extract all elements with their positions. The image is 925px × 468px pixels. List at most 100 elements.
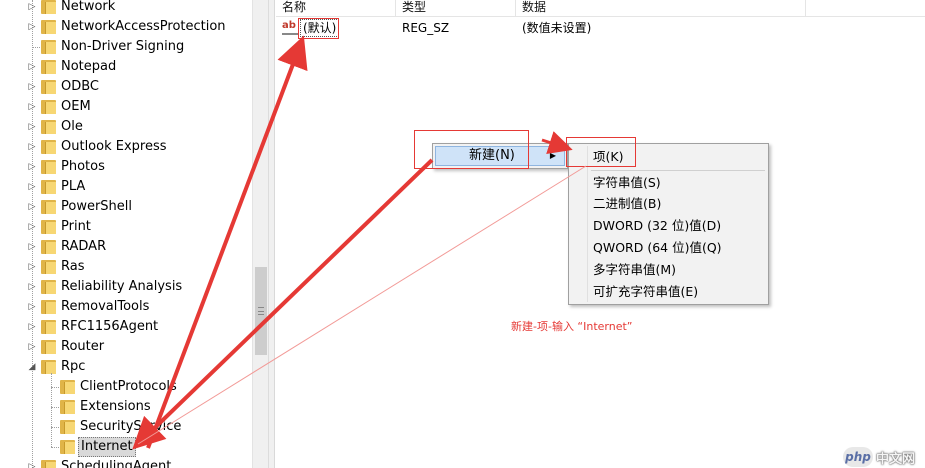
tree-item[interactable]: ◢ Rpc xyxy=(0,357,252,377)
tree-connector xyxy=(51,447,59,448)
expand-arrow-icon[interactable]: ▷ xyxy=(27,177,37,197)
scrollbar-thumb[interactable] xyxy=(255,267,267,355)
tree-item[interactable]: Extensions xyxy=(0,397,252,417)
tree-item[interactable]: ▷ Ole xyxy=(0,117,252,137)
folder-icon xyxy=(41,240,56,254)
menu-item-binary-value[interactable]: 二进制值(B) xyxy=(593,194,661,214)
expand-arrow-icon[interactable]: ▷ xyxy=(27,277,37,297)
menu-item-dword-value[interactable]: DWORD (32 位)值(D) xyxy=(593,216,721,236)
tree-item[interactable]: ▷ Router xyxy=(0,337,252,357)
tree-item[interactable]: ▷ Photos xyxy=(0,157,252,177)
menu-item-string-value[interactable]: 字符串值(S) xyxy=(593,173,661,193)
menu-item-multi-string-value[interactable]: 多字符串值(M) xyxy=(593,260,676,280)
menu-item-qword-value[interactable]: QWORD (64 位)值(Q) xyxy=(593,238,722,258)
pane-splitter[interactable] xyxy=(269,0,275,468)
expand-arrow-icon[interactable]: ▷ xyxy=(27,157,37,177)
tree-item-label: PowerShell xyxy=(61,199,133,214)
scrollbar-grip-icon xyxy=(258,307,264,315)
expand-arrow-icon[interactable]: ▷ xyxy=(27,17,37,37)
folder-icon xyxy=(41,60,56,74)
folder-icon xyxy=(41,280,56,294)
tree-item-label: Internet xyxy=(78,437,136,457)
column-header-type[interactable]: 类型 xyxy=(396,0,516,17)
tree-connector-vertical xyxy=(51,373,52,447)
tree-item-label: RADAR xyxy=(61,239,107,254)
tree-item-label: RFC1156Agent xyxy=(61,319,159,334)
folder-icon xyxy=(60,440,75,454)
folder-icon xyxy=(41,220,56,234)
tree-item[interactable]: ▷ ODBC xyxy=(0,77,252,97)
tree-item-label: Print xyxy=(61,219,91,234)
expand-arrow-icon[interactable]: ▷ xyxy=(27,197,37,217)
menu-item-expandable-string-value[interactable]: 可扩充字符串值(E) xyxy=(593,282,698,302)
tree-item-label: Ras xyxy=(61,259,85,274)
expand-arrow-icon[interactable]: ▷ xyxy=(27,457,37,468)
tree-item[interactable]: Internet xyxy=(0,437,252,457)
tree-item[interactable]: ▷ Print xyxy=(0,217,252,237)
expand-arrow-icon[interactable]: ▷ xyxy=(27,97,37,117)
highlight-box-default-value xyxy=(298,18,339,39)
tree-item-label: NetworkAccessProtection xyxy=(61,19,226,34)
expand-arrow-icon[interactable]: ▷ xyxy=(27,137,37,157)
tree-item-label: Network xyxy=(61,0,116,14)
collapse-arrow-icon[interactable]: ◢ xyxy=(27,357,37,377)
watermark-text: 中文网 xyxy=(876,451,916,467)
tree-item[interactable]: ▷ Network xyxy=(0,0,252,17)
tree-item[interactable]: ▷ RemovalTools xyxy=(0,297,252,317)
tree-item[interactable]: SecurityService xyxy=(0,417,252,437)
folder-icon xyxy=(60,400,75,414)
tree-item-label: Router xyxy=(61,339,105,354)
tree-item[interactable]: ▷ Notepad xyxy=(0,57,252,77)
tree-item-label: Extensions xyxy=(80,399,151,414)
expand-arrow-icon[interactable]: ▷ xyxy=(27,117,37,137)
tree-item[interactable]: ▷ Reliability Analysis xyxy=(0,277,252,297)
folder-icon xyxy=(41,340,56,354)
expand-arrow-icon[interactable]: ▷ xyxy=(27,237,37,257)
expand-arrow-icon[interactable]: ▷ xyxy=(27,317,37,337)
tree-item-label: PLA xyxy=(61,179,86,194)
tree-item-label: Photos xyxy=(61,159,105,174)
tree-item-label: RemovalTools xyxy=(61,299,150,314)
tree-item-label: Rpc xyxy=(61,359,86,374)
expand-arrow-icon[interactable]: ▷ xyxy=(27,77,37,97)
tree-item-label: Reliability Analysis xyxy=(61,279,183,294)
expand-arrow-icon[interactable]: ▷ xyxy=(27,57,37,77)
menu-separator xyxy=(591,170,765,171)
annotation-text: 新建-项-输入 “Internet” xyxy=(511,320,633,333)
tree-item[interactable]: ▷ PLA xyxy=(0,177,252,197)
watermark: php 中文网 xyxy=(843,447,915,467)
folder-icon xyxy=(41,180,56,194)
tree-item[interactable]: ▷ Ras xyxy=(0,257,252,277)
tree-item[interactable]: Non-Driver Signing xyxy=(0,37,252,57)
folder-icon xyxy=(41,200,56,214)
tree-item[interactable]: ▷ RFC1156Agent xyxy=(0,317,252,337)
new-submenu: 项(K) 字符串值(S) 二进制值(B) DWORD (32 位)值(D) QW… xyxy=(568,143,769,305)
tree-item[interactable]: ▷ OEM xyxy=(0,97,252,117)
registry-tree[interactable]: ▷ Network ▷ NetworkAccessProtection Non-Driv… xyxy=(0,0,252,468)
expand-arrow-icon[interactable]: ▷ xyxy=(27,337,37,357)
tree-item[interactable]: ▷ PowerShell xyxy=(0,197,252,217)
folder-icon xyxy=(60,420,75,434)
tree-item[interactable]: ▷ NetworkAccessProtection xyxy=(0,17,252,37)
expand-arrow-icon[interactable]: ▷ xyxy=(27,0,37,17)
expand-arrow-icon[interactable]: ▷ xyxy=(27,297,37,317)
tree-scrollbar[interactable] xyxy=(252,0,269,468)
tree-item[interactable]: ▷ RADAR xyxy=(0,237,252,257)
value-type: REG_SZ xyxy=(402,21,450,35)
column-header-name[interactable]: 名称 xyxy=(276,0,396,17)
list-header: 名称 类型 数据 xyxy=(276,0,925,17)
tree-item[interactable]: ClientProtocols xyxy=(0,377,252,397)
value-data: (数值未设置) xyxy=(522,21,592,35)
tree-item[interactable]: ▷ SchedulingAgent xyxy=(0,457,252,468)
column-header-data[interactable]: 数据 xyxy=(516,0,806,17)
expand-arrow-icon[interactable]: ▷ xyxy=(27,257,37,277)
tree-item[interactable]: ▷ Outlook Express xyxy=(0,137,252,157)
expand-arrow-icon[interactable]: ▷ xyxy=(27,217,37,237)
tree-item-label: Non-Driver Signing xyxy=(61,39,185,54)
tree-connector xyxy=(32,47,40,48)
tree-connector xyxy=(51,407,59,408)
folder-icon xyxy=(41,100,56,114)
folder-icon xyxy=(41,360,56,374)
folder-icon xyxy=(41,300,56,314)
folder-icon xyxy=(41,40,56,54)
